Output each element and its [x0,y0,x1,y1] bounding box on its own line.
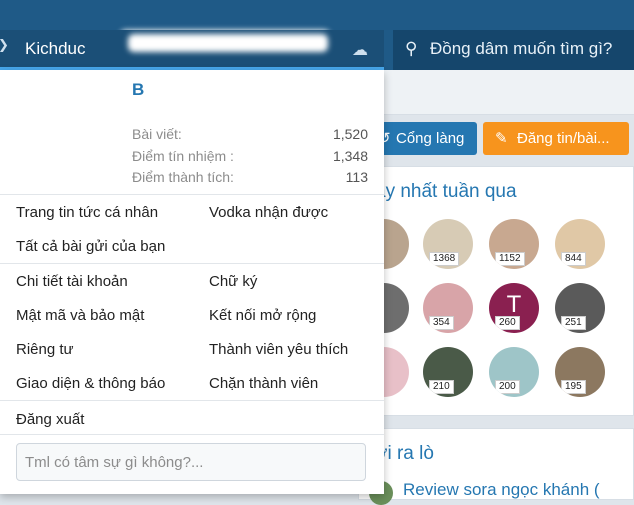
chevron-right-icon: ❯ [0,38,9,53]
redacted-avatar [6,76,124,192]
menu-all-posts[interactable]: Tất cả bài gửi của bạn [16,238,165,255]
stat-value: 113 [345,169,368,185]
member-score-badge: 200 [495,380,520,394]
member-score-badge: 210 [429,380,454,394]
menu-privacy[interactable]: Riêng tư [16,341,74,358]
member-score-badge: 195 [561,380,586,394]
divider [0,194,384,195]
stat-reputation: Điểm tín nhiệm : 1,348 [132,148,368,168]
village-button-label: Cổng làng [396,130,465,147]
menu-preferences[interactable]: Giao diện & thông báo [16,375,165,392]
post-thread-button[interactable]: ✎ Đăng tin/bài... [483,122,629,155]
stat-label: Bài viết: [132,126,182,142]
menu-news-feed[interactable]: Trang tin tức cá nhân [16,204,158,221]
member-avatar[interactable]: 251 [555,283,605,333]
widget-title: ay nhất tuần qua [375,181,517,202]
top-members-widget: ay nhất tuần qua 79136811528445354T26025… [358,166,634,416]
bell-icon[interactable]: ☁ [352,40,368,59]
member-avatar[interactable]: 210 [423,347,473,397]
search-label: Đồng dâm muốn tìm gì? [430,39,613,58]
divider [0,263,384,264]
member-avatar[interactable]: 1368 [423,219,473,269]
member-score-badge: 1368 [429,252,460,266]
profile-initial[interactable]: B [132,80,144,100]
member-avatar[interactable]: T 260 [489,283,539,333]
thread-link[interactable]: Review sora ngọc khánh ( [403,480,600,500]
avatar-letter: T [506,291,522,318]
stat-label: Điểm tín nhiệm : [132,148,234,164]
menu-connected-accounts[interactable]: Kết nối mở rộng [209,307,316,324]
stat-posts: Bài viết: 1,520 [132,126,368,146]
menu-following[interactable]: Thành viên yêu thích [209,341,348,358]
search-button[interactable]: ⚲ Đồng dâm muốn tìm gì? [393,30,634,70]
member-avatar[interactable]: 1152 [489,219,539,269]
menu-logout[interactable]: Đăng xuất [16,411,84,428]
stat-label: Điểm thành tích: [132,169,234,185]
member-score-badge: 1152 [495,252,525,266]
sub-nav-bar [384,70,634,115]
member-score-badge: 260 [495,316,520,330]
menu-vodka[interactable]: Vodka nhận được [209,204,328,221]
account-username[interactable]: Kichduc [25,39,85,59]
menu-ignoring[interactable]: Chặn thành viên [209,375,318,392]
post-thread-button-label: Đăng tin/bài... [517,130,610,147]
search-icon: ⚲ [405,39,418,58]
member-avatar[interactable]: 195 [555,347,605,397]
divider [0,434,384,435]
stat-value: 1,520 [332,126,368,142]
account-dropdown-menu: B Bài viết: 1,520 Điểm tín nhiệm : 1,348… [0,70,384,494]
redacted-header-text [128,34,328,52]
stat-achievements: Điểm thành tích: 113 [132,169,368,189]
new-threads-widget: ới ra lò Review sora ngọc khánh ( [358,428,634,505]
status-update-input[interactable] [16,443,366,481]
edit-icon: ✎ [495,130,508,147]
menu-signature[interactable]: Chữ ký [209,273,257,290]
village-button[interactable]: ↺ Cổng làng [370,122,477,155]
menu-account-details[interactable]: Chi tiết tài khoản [16,273,128,290]
member-avatar[interactable]: 354 [423,283,473,333]
member-avatar[interactable]: 844 [555,219,605,269]
menu-password-security[interactable]: Mật mã và bảo mật [16,307,144,324]
member-score-badge: 354 [429,316,454,330]
member-score-badge: 251 [561,316,586,330]
stat-value: 1,348 [332,148,368,164]
member-score-badge: 844 [561,252,586,266]
member-avatar[interactable]: 200 [489,347,539,397]
account-nav-tab[interactable]: ❯ Kichduc [0,30,384,70]
divider [0,400,384,401]
